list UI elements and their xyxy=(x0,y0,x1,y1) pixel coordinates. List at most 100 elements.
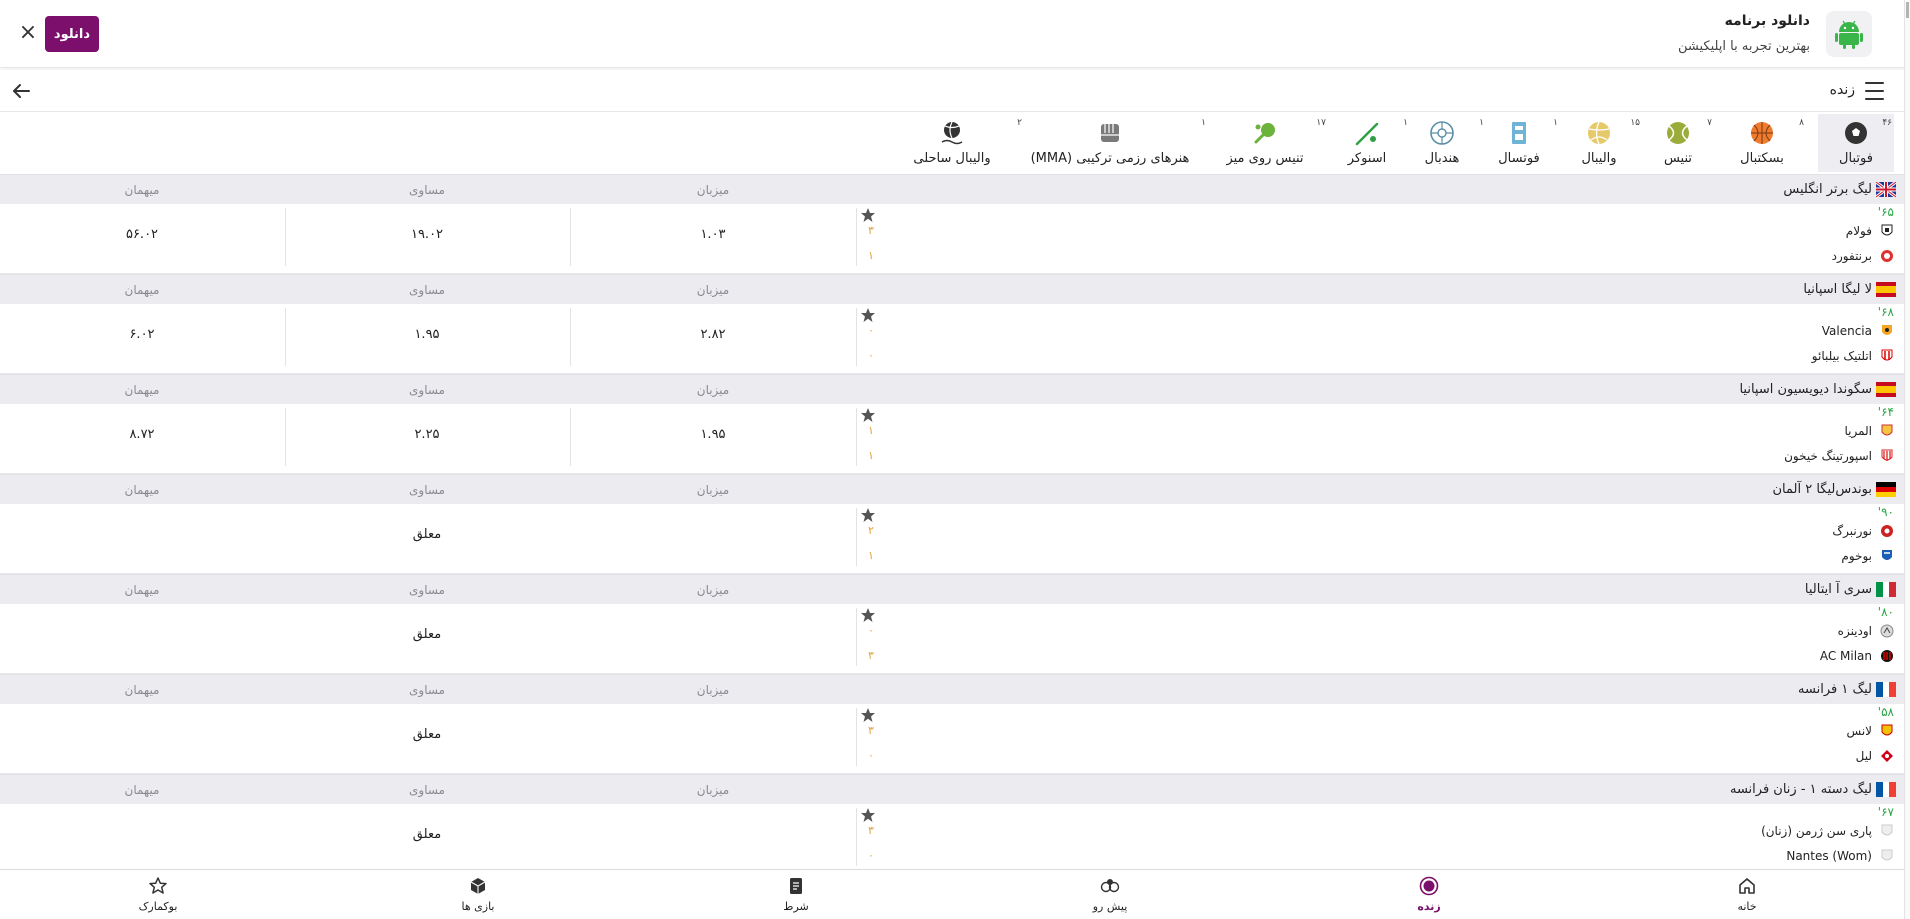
favorite-star-icon[interactable] xyxy=(860,207,876,223)
tab-label: اسنوکر xyxy=(1347,151,1387,166)
team-name: اسپورتینگ خیخون xyxy=(1784,449,1872,463)
hamburger-menu-icon[interactable] xyxy=(1865,82,1884,100)
league-header[interactable]: سری آ ایتالیا میزبان مساوی میهمان xyxy=(0,574,1904,604)
nav-upcoming[interactable]: پیش رو xyxy=(1050,874,1170,918)
scrollbar-thumb[interactable] xyxy=(1906,2,1909,18)
away-odd-button[interactable]: ۵۶.۰۲ xyxy=(82,227,202,242)
tab-beach-volleyball[interactable]: ۲ والیبال ساحلی xyxy=(896,114,1022,172)
tab-label: فوتبال xyxy=(1839,151,1873,166)
download-button[interactable]: دانلود xyxy=(45,16,99,52)
league-name: لیگ ۱ فرانسه xyxy=(1798,682,1872,697)
nav-betslip[interactable]: شرط xyxy=(736,874,856,918)
sports-tab-bar: ۴۶ فوتبال ۸ بسکتبال ۷ تنیس ۱۵ والیبال ۱ … xyxy=(0,112,1904,174)
tab-label: هندبال xyxy=(1424,151,1460,166)
tab-futsal[interactable]: ۱ فوتسال xyxy=(1486,114,1558,172)
arrow-left-icon[interactable] xyxy=(10,80,32,102)
away-team: اسپورتینگ خیخون xyxy=(1784,447,1894,465)
draw-column-label: مساوی xyxy=(409,483,445,497)
favorite-star-icon[interactable] xyxy=(860,307,876,323)
team-crest-icon xyxy=(1881,650,1893,662)
home-score: ۳ xyxy=(868,224,874,237)
away-score: ۰ xyxy=(868,349,874,362)
nav-live[interactable]: زنده xyxy=(1369,874,1489,918)
match-row[interactable]: '۶۸ Valencia اتلتیک بیلبائو ۰ ۰ ۲.۸۲ ۱.۹… xyxy=(0,304,1904,374)
tab-count: ۱۵ xyxy=(1630,118,1640,128)
host-odd-button[interactable]: ۱.۹۵ xyxy=(653,427,773,442)
host-column-label: میزبان xyxy=(696,783,730,797)
home-score: ۱ xyxy=(868,424,874,437)
host-odd-button[interactable]: ۲.۸۲ xyxy=(653,327,773,342)
tab-count: ۷ xyxy=(1707,118,1712,128)
divider xyxy=(285,408,286,466)
draw-odd-button[interactable]: ۱۹.۰۲ xyxy=(367,227,487,242)
match-row[interactable]: '۶۵ فولام برنتفورد ۳ ۱ ۱.۰۳ ۱۹.۰۲ ۵۶.۰۲ xyxy=(0,204,1904,274)
tab-mma[interactable]: ۱ هنرهای رزمی ترکیبی (MMA) xyxy=(1028,114,1206,172)
nav-home[interactable]: خانه xyxy=(1687,874,1807,918)
nav-label: بوکمارک xyxy=(138,900,178,913)
match-row[interactable]: '۵۸ لانس لیل ۳ ۰ معلق xyxy=(0,704,1904,774)
close-icon[interactable]: × xyxy=(18,21,38,45)
nav-bookmark[interactable]: بوکمارک xyxy=(98,874,218,918)
banner-subtitle: بهترین تجربه با اپلیکیشن xyxy=(1677,39,1810,54)
tab-handball[interactable]: ۱ هندبال xyxy=(1410,114,1484,172)
away-score: ۱ xyxy=(868,449,874,462)
away-column-label: میهمان xyxy=(124,183,160,197)
host-column-label: میزبان xyxy=(696,183,730,197)
match-row[interactable]: '۶۴ المریا اسپورتینگ خیخون ۱ ۱ ۱.۹۵ ۲.۲۵… xyxy=(0,404,1904,474)
tab-table-tennis[interactable]: ۱۷ تنیس روی میز xyxy=(1218,114,1326,172)
tab-snooker[interactable]: ۱ اسنوکر xyxy=(1338,114,1408,172)
favorite-star-icon[interactable] xyxy=(860,807,876,823)
host-odd-button[interactable]: ۱.۰۳ xyxy=(653,227,773,242)
home-team: المریا xyxy=(1844,422,1894,440)
nav-games[interactable]: بازی ها xyxy=(418,874,538,918)
tab-tennis[interactable]: ۷ تنیس xyxy=(1650,114,1712,172)
tab-count: ۱ xyxy=(1403,118,1408,128)
match-row[interactable]: '۹۰ نورنبرگ بوخوم ۲ ۱ معلق xyxy=(0,504,1904,574)
away-team: برنتفورد xyxy=(1832,247,1894,265)
draw-odd-button[interactable]: ۱.۹۵ xyxy=(367,327,487,342)
draw-odd-button[interactable]: ۲.۲۵ xyxy=(367,427,487,442)
live-icon xyxy=(1419,876,1439,896)
divider xyxy=(856,808,857,866)
suspended-status: معلق xyxy=(412,527,442,542)
tab-soccer[interactable]: ۴۶ فوتبال xyxy=(1818,114,1894,172)
tab-count: ۴۶ xyxy=(1882,118,1892,128)
spain-flag-icon xyxy=(1876,282,1896,297)
divider xyxy=(856,208,857,266)
league-header[interactable]: لا لیگا اسپانیا میزبان مساوی میهمان xyxy=(0,274,1904,304)
away-column-label: میهمان xyxy=(124,383,160,397)
match-minute: '۶۵ xyxy=(1877,205,1894,219)
app-download-banner: دانلود برنامه بهترین تجربه با اپلیکیشن د… xyxy=(0,0,1910,68)
scrollbar[interactable] xyxy=(1904,0,1910,919)
away-odd-button[interactable]: ۶.۰۲ xyxy=(82,327,202,342)
favorite-star-icon[interactable] xyxy=(860,407,876,423)
home-team: نورنبرگ xyxy=(1832,522,1894,540)
league-header[interactable]: لیگ برتر انگلیس میزبان مساوی میهمان xyxy=(0,174,1904,204)
favorite-star-icon[interactable] xyxy=(860,607,876,623)
favorite-star-icon[interactable] xyxy=(860,707,876,723)
favorite-star-icon[interactable] xyxy=(860,507,876,523)
league-header[interactable]: سگوندا دیویسیون اسپانیا میزبان مساوی میه… xyxy=(0,374,1904,404)
betslip-icon xyxy=(790,878,802,894)
match-row[interactable]: '۶۷ پاری سن ژرمن (زنان) Nantes (Wom) ۳ ۰… xyxy=(0,804,1904,874)
divider xyxy=(570,308,571,366)
match-row[interactable]: '۸۰ اودینزه AC Milan ۰ ۳ معلق xyxy=(0,604,1904,674)
snooker-cue-icon xyxy=(1355,122,1379,146)
tab-basketball[interactable]: ۸ بسکتبال xyxy=(1720,114,1804,172)
league-name: بوندس‌لیگا ۲ آلمان xyxy=(1772,482,1872,497)
divider xyxy=(285,208,286,266)
league-header[interactable]: بوندس‌لیگا ۲ آلمان میزبان مساوی میهمان xyxy=(0,474,1904,504)
tab-label: والیبال xyxy=(1581,151,1617,166)
league-header[interactable]: لیگ دسته ۱ - زنان فرانسه میزبان مساوی می… xyxy=(0,774,1904,804)
away-odd-button[interactable]: ۸.۷۲ xyxy=(82,427,202,442)
league-header[interactable]: لیگ ۱ فرانسه میزبان مساوی میهمان xyxy=(0,674,1904,704)
android-icon xyxy=(1826,11,1872,57)
team-name: Valencia xyxy=(1821,324,1872,338)
team-name: اودینزه xyxy=(1837,624,1872,638)
draw-column-label: مساوی xyxy=(409,283,445,297)
team-name: فولام xyxy=(1845,224,1872,238)
match-minute: '۶۷ xyxy=(1877,805,1894,819)
tab-volleyball[interactable]: ۱۵ والیبال xyxy=(1566,114,1640,172)
tennis-ball-icon xyxy=(1667,122,1689,144)
home-team: پاری سن ژرمن (زنان) xyxy=(1761,822,1894,840)
